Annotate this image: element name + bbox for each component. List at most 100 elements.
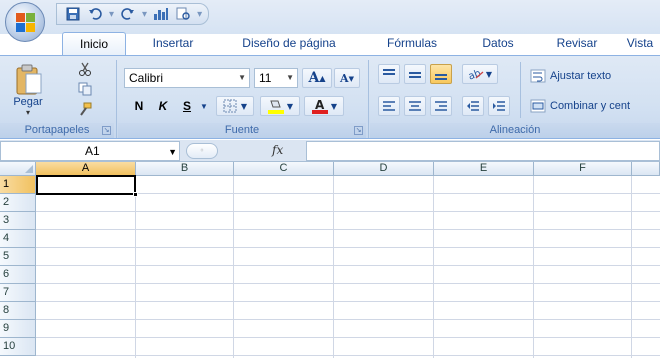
name-box[interactable]: A1 ▼ — [0, 141, 180, 161]
save-icon[interactable] — [65, 6, 81, 22]
tab-vista[interactable]: Vista — [620, 32, 660, 56]
column-header-a[interactable]: A — [36, 162, 136, 176]
formula-input[interactable] — [306, 141, 660, 161]
row-header-8[interactable]: 8 — [0, 302, 36, 320]
ribbon: Pegar ▾ Portapapeles ↘ Calibri ▼ 11 ▼ A ▲… — [0, 55, 660, 139]
tab-revisar[interactable]: Revisar — [542, 32, 612, 56]
active-cell-a1[interactable] — [36, 175, 138, 197]
increase-indent-button[interactable] — [488, 96, 510, 116]
column-header-partial[interactable] — [632, 162, 660, 176]
align-bottom-button[interactable] — [430, 64, 452, 84]
format-painter-button[interactable] — [76, 100, 94, 118]
column-header-f[interactable]: F — [534, 162, 632, 176]
grid-line — [36, 265, 660, 266]
fill-color-button[interactable]: ▼ — [260, 96, 300, 116]
worksheet-grid[interactable]: A B C D E F 1 2 3 4 5 6 7 8 9 10 — [0, 162, 660, 358]
grid-line — [333, 176, 334, 358]
redo-dropdown-arrow[interactable]: ▾ — [142, 9, 147, 20]
font-group-label: Fuente — [118, 123, 366, 138]
row-header-7[interactable]: 7 — [0, 284, 36, 302]
alignment-group-label: Alineación — [370, 123, 660, 138]
tab-diseno-de-pagina[interactable]: Diseño de página — [226, 32, 352, 56]
bold-button[interactable]: N — [128, 96, 150, 116]
grid-line — [36, 229, 660, 230]
grid-line — [36, 319, 660, 320]
select-all-icon — [25, 165, 33, 173]
tab-insertar[interactable]: Insertar — [136, 32, 210, 56]
grid-line — [135, 176, 136, 358]
align-top-button[interactable] — [378, 64, 400, 84]
office-button[interactable] — [5, 2, 45, 42]
column-header-c[interactable]: C — [234, 162, 334, 176]
formula-bar-handle-icon[interactable]: ◦ — [186, 143, 218, 159]
paste-button[interactable]: Pegar ▾ — [8, 60, 48, 120]
group-divider — [520, 62, 521, 118]
font-name-combo[interactable]: Calibri ▼ — [124, 68, 250, 88]
font-color-button[interactable]: A ▼ — [304, 96, 344, 116]
qat-customize-arrow[interactable]: ▾ — [197, 9, 202, 20]
text-orientation-icon: ab — [468, 68, 484, 80]
row-header-10[interactable]: 10 — [0, 338, 36, 356]
shrink-font-button[interactable]: A ▼ — [334, 68, 360, 88]
insert-function-icon[interactable]: fx — [272, 143, 283, 157]
chart-icon[interactable] — [153, 6, 169, 22]
grid-line — [233, 176, 234, 358]
tab-formulas[interactable]: Fórmulas — [372, 32, 452, 56]
copy-button[interactable] — [76, 80, 94, 98]
font-name-value: Calibri — [129, 71, 164, 85]
italic-button[interactable]: K — [152, 96, 174, 116]
row-header-3[interactable]: 3 — [0, 212, 36, 230]
cut-button[interactable] — [76, 60, 94, 78]
column-header-d[interactable]: D — [334, 162, 434, 176]
merge-center-button[interactable]: Combinar y cent — [530, 96, 660, 116]
merge-cells-icon — [530, 99, 546, 113]
office-logo-icon — [16, 13, 35, 32]
shrink-font-label: A — [340, 71, 349, 85]
tab-inicio[interactable]: Inicio — [62, 32, 126, 56]
grid-line — [36, 301, 660, 302]
underline-dropdown[interactable]: ▼ — [198, 96, 210, 116]
chevron-down-icon: ▼ — [238, 73, 246, 82]
tab-datos[interactable]: Datos — [466, 32, 530, 56]
row-header-2[interactable]: 2 — [0, 194, 36, 212]
group-divider — [368, 60, 369, 138]
align-top-icon — [383, 69, 395, 75]
select-all-corner[interactable] — [0, 162, 36, 176]
fill-handle[interactable] — [133, 192, 138, 197]
wrap-text-icon — [530, 69, 546, 83]
redo-icon[interactable] — [120, 6, 136, 22]
row-header-4[interactable]: 4 — [0, 230, 36, 248]
row-header-1[interactable]: 1 — [0, 176, 36, 194]
row-header-6[interactable]: 6 — [0, 266, 36, 284]
grid-line — [36, 337, 660, 338]
print-preview-icon[interactable] — [175, 6, 191, 22]
align-middle-button[interactable] — [404, 64, 426, 84]
column-header-e[interactable]: E — [434, 162, 534, 176]
paintbrush-icon — [80, 102, 92, 116]
paste-dropdown-arrow[interactable]: ▾ — [26, 108, 30, 117]
align-right-button[interactable] — [430, 96, 452, 116]
borders-icon — [223, 99, 237, 113]
row-header-5[interactable]: 5 — [0, 248, 36, 266]
clipboard-dialog-launcher-icon[interactable]: ↘ — [102, 126, 111, 135]
ribbon-tabs: Inicio Insertar Diseño de página Fórmula… — [0, 30, 660, 56]
borders-button[interactable]: ▼ — [216, 96, 254, 116]
align-center-button[interactable] — [404, 96, 426, 116]
scissors-icon — [79, 62, 91, 76]
undo-dropdown-arrow[interactable]: ▾ — [109, 9, 114, 20]
merge-label: Combinar y cent — [550, 100, 631, 112]
align-left-button[interactable] — [378, 96, 400, 116]
font-dialog-launcher-icon[interactable]: ↘ — [354, 126, 363, 135]
orientation-button[interactable]: ab ▼ — [462, 64, 498, 84]
column-header-b[interactable]: B — [136, 162, 234, 176]
undo-icon[interactable] — [87, 6, 103, 22]
grow-font-button[interactable]: A ▲ — [302, 68, 332, 88]
decrease-indent-button[interactable] — [462, 96, 484, 116]
row-header-9[interactable]: 9 — [0, 320, 36, 338]
underline-button[interactable]: S — [176, 96, 198, 116]
chevron-down-icon: ▼ — [286, 73, 294, 82]
align-left-icon — [383, 101, 395, 111]
font-size-combo[interactable]: 11 ▼ — [254, 68, 298, 88]
clipboard-group-label: Portapapeles — [0, 123, 114, 138]
wrap-text-button[interactable]: Ajustar texto — [530, 66, 660, 86]
